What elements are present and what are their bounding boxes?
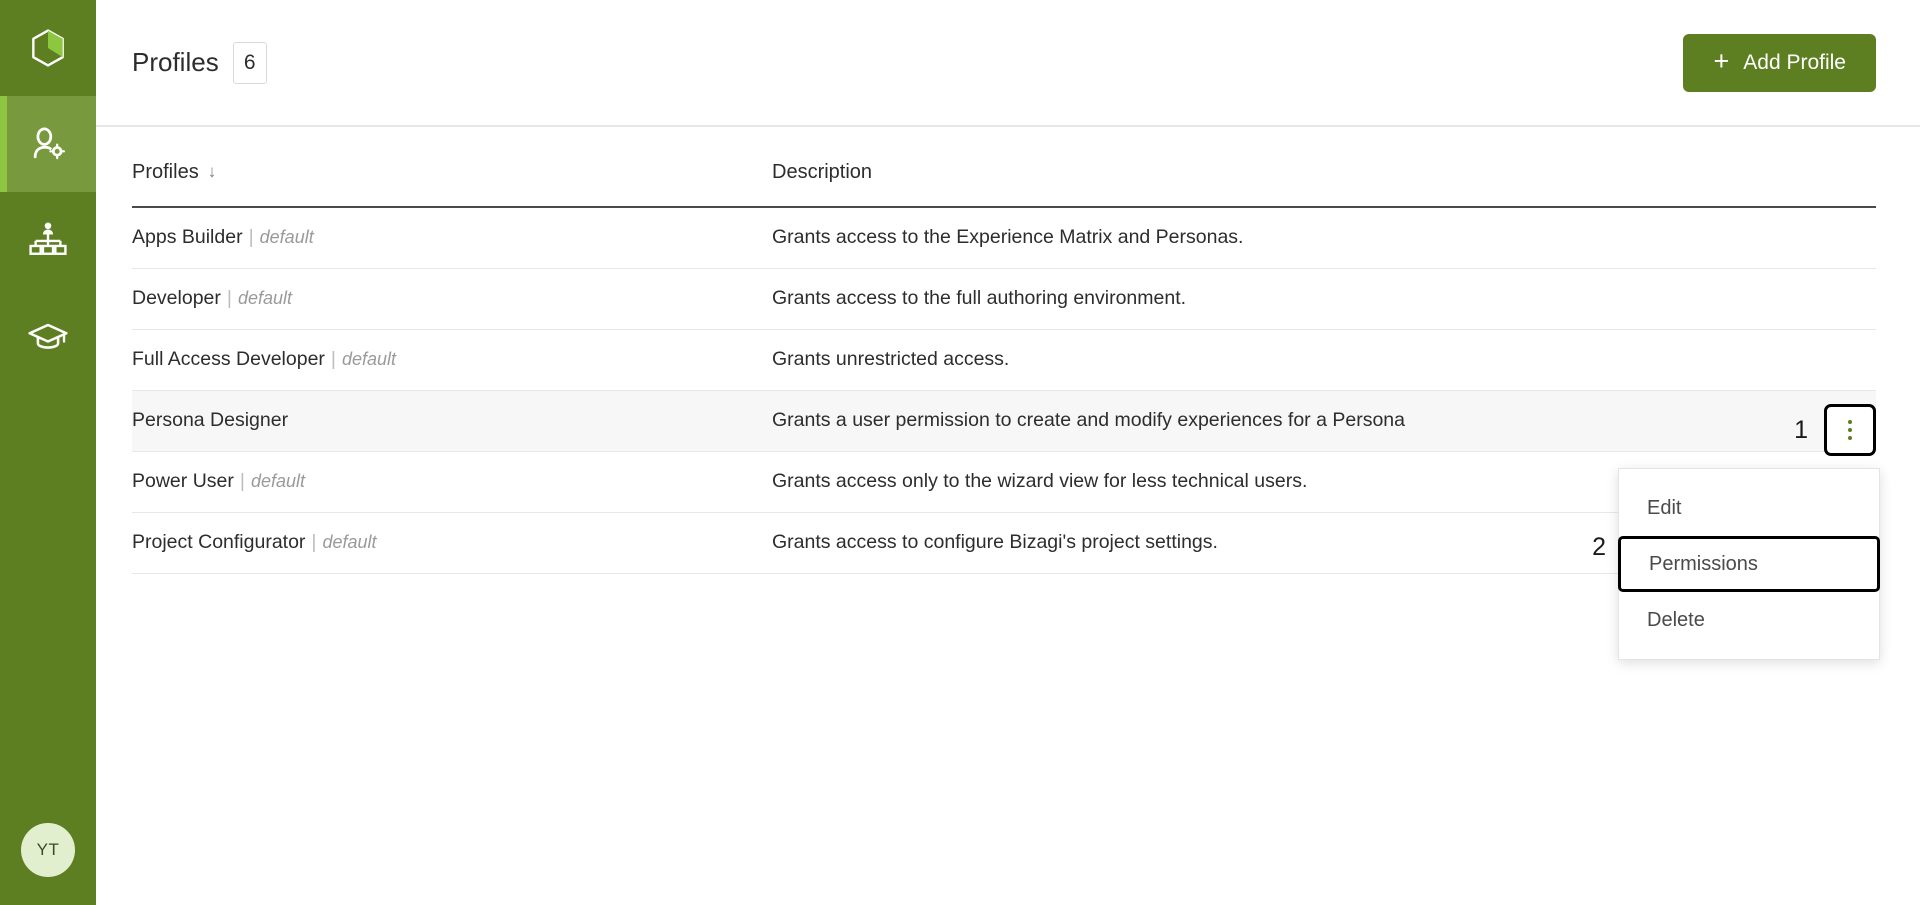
row-kebab-menu-button[interactable] [1824,404,1876,456]
table-row[interactable]: Full Access Developer | default Grants unr… [132,329,1876,391]
menu-item-edit[interactable]: Edit [1619,480,1879,536]
profile-description-cell: Grants access to the Experience Matrix a… [772,207,1876,269]
table-row[interactable]: Power User | default Grants access only to… [132,451,1876,513]
table-body: Apps Builder | default Grants access to th… [132,207,1876,574]
sidebar: YT [0,0,96,905]
profile-name-cell: Developer | default [132,268,772,330]
page-header: Profiles 6 + Add Profile [96,0,1920,127]
sort-descending-icon: ↓ [207,162,217,181]
cube-logo-icon [26,26,70,70]
row-actions-dropdown: Edit Permissions Delete [1618,468,1880,660]
name-separator: | [226,287,232,309]
profile-description-cell: Grants unrestricted access. [772,329,1876,391]
profile-name: Apps Builder [132,226,243,249]
profiles-count-badge: 6 [232,41,267,84]
user-gear-icon [26,122,70,166]
menu-item-permissions[interactable]: Permissions [1618,536,1880,592]
menu-item-delete[interactable]: Delete [1619,592,1879,648]
app-root: YT Profiles 6 + Add Profile Profiles ↓ D… [0,0,1920,905]
profile-description-cell: Grants access to the full authoring envi… [772,268,1876,330]
sidebar-item-learning[interactable] [0,288,96,384]
name-separator: | [330,348,336,370]
column-header-description-label: Description [772,161,873,183]
profile-name: Project Configurator [132,531,306,553]
default-tag: default [259,227,314,248]
profile-name: Persona Designer [132,409,289,431]
kebab-menu-icon [1848,420,1852,424]
profile-name: Power User [132,470,234,492]
table-header-row: Profiles ↓ Description [132,161,1876,208]
table-row[interactable]: Apps Builder | default Grants access to th… [132,207,1876,269]
table-row[interactable]: Project Configurator | default Grants acce… [132,512,1876,574]
profile-name-cell: Full Access Developer | default [132,329,772,391]
sidebar-item-organization[interactable] [0,192,96,288]
kebab-menu-icon [1848,436,1852,440]
graduation-cap-icon [26,314,70,358]
sidebar-item-users-profiles[interactable] [0,96,96,192]
column-header-profiles[interactable]: Profiles ↓ [132,161,772,208]
table-row[interactable]: Persona Designer Grants a user permissio… [132,390,1876,452]
header-title-group: Profiles 6 [132,41,267,84]
profiles-table: Profiles ↓ Description Apps Builder | defau… [132,161,1876,574]
add-profile-button[interactable]: + Add Profile [1683,33,1876,92]
table-head: Profiles ↓ Description [132,161,1876,208]
menu-item-permissions-label: Permissions [1649,552,1758,575]
profile-name-cell: Persona Designer [132,390,772,452]
profile-name-cell: Power User | default [132,451,772,513]
profile-name-cell: Project Configurator | default [132,512,772,574]
annotation-step-1: 1 [1794,415,1808,444]
profile-name: Full Access Developer [132,348,325,370]
default-tag: default [342,349,397,369]
annotation-step-2: 2 [1592,533,1606,561]
name-separator: | [311,531,317,553]
name-separator: | [248,226,254,249]
plus-icon: + [1713,45,1730,76]
menu-item-delete-label: Delete [1647,608,1705,631]
avatar[interactable]: YT [21,823,75,877]
column-header-description[interactable]: Description [772,161,1876,208]
table-row[interactable]: Developer | default Grants access to the f… [132,268,1876,330]
default-tag: default [250,471,305,491]
org-chart-icon [26,218,70,262]
avatar-slot: YT [0,795,96,905]
add-profile-label: Add Profile [1743,50,1846,74]
app-logo[interactable] [0,0,96,96]
row-action-group: 1 [1794,404,1876,456]
profile-description-cell: Grants a user permission to create and m… [772,390,1876,452]
column-header-profiles-label: Profiles [132,161,199,183]
page-title: Profiles [132,47,219,77]
default-tag: default [237,288,293,308]
default-tag: default [322,532,377,552]
kebab-menu-icon [1848,428,1852,432]
profile-name-cell: Apps Builder | default [132,207,772,269]
menu-item-edit-label: Edit [1647,496,1682,519]
profile-name: Developer [132,287,221,309]
name-separator: | [239,470,245,492]
main-content: Profiles 6 + Add Profile Profiles ↓ Descr… [96,0,1920,905]
